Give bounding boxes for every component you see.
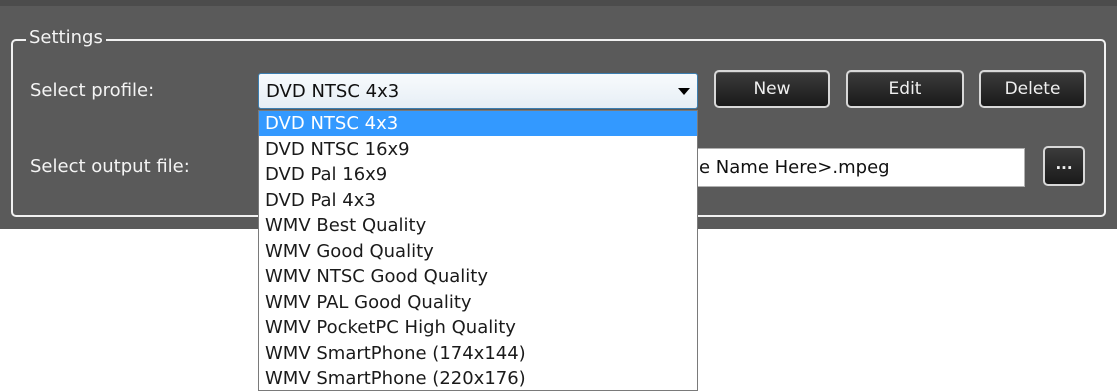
profile-select[interactable]: DVD NTSC 4x3 bbox=[258, 73, 698, 109]
edit-button[interactable]: Edit bbox=[846, 70, 964, 108]
dropdown-option[interactable]: DVD Pal 4x3 bbox=[259, 188, 697, 213]
dropdown-option[interactable]: DVD NTSC 16x9 bbox=[259, 137, 697, 162]
profile-dropdown-list: DVD NTSC 4x3 DVD NTSC 16x9 DVD Pal 16x9 DVD… bbox=[258, 110, 698, 391]
dropdown-option[interactable]: WMV Good Quality bbox=[259, 239, 697, 264]
profile-select-value: DVD NTSC 4x3 bbox=[266, 81, 400, 102]
output-file-value: e Name Here>.mpeg bbox=[699, 157, 890, 178]
dropdown-option[interactable]: DVD Pal 16x9 bbox=[259, 162, 697, 187]
dropdown-option[interactable]: WMV PocketPC High Quality bbox=[259, 315, 697, 340]
dropdown-option[interactable]: WMV PAL Good Quality bbox=[259, 290, 697, 315]
dropdown-option[interactable]: WMV SmartPhone (174x144) bbox=[259, 341, 697, 366]
select-profile-label: Select profile: bbox=[30, 80, 155, 101]
select-output-file-label: Select output file: bbox=[30, 156, 190, 177]
dropdown-option[interactable]: WMV SmartPhone (220x176) bbox=[259, 366, 697, 390]
dropdown-option[interactable]: DVD NTSC 4x3 bbox=[259, 111, 697, 136]
new-button[interactable]: New bbox=[714, 70, 830, 108]
dropdown-option[interactable]: WMV Best Quality bbox=[259, 213, 697, 238]
chevron-down-icon bbox=[678, 88, 690, 95]
browse-button[interactable]: ... bbox=[1043, 146, 1085, 186]
dropdown-option[interactable]: WMV NTSC Good Quality bbox=[259, 264, 697, 289]
delete-button[interactable]: Delete bbox=[979, 70, 1086, 108]
panel-top-strip bbox=[0, 0, 1117, 6]
stage: Settings Select profile: DVD NTSC 4x3 Ne… bbox=[0, 0, 1117, 391]
settings-group-title: Settings bbox=[26, 25, 106, 51]
